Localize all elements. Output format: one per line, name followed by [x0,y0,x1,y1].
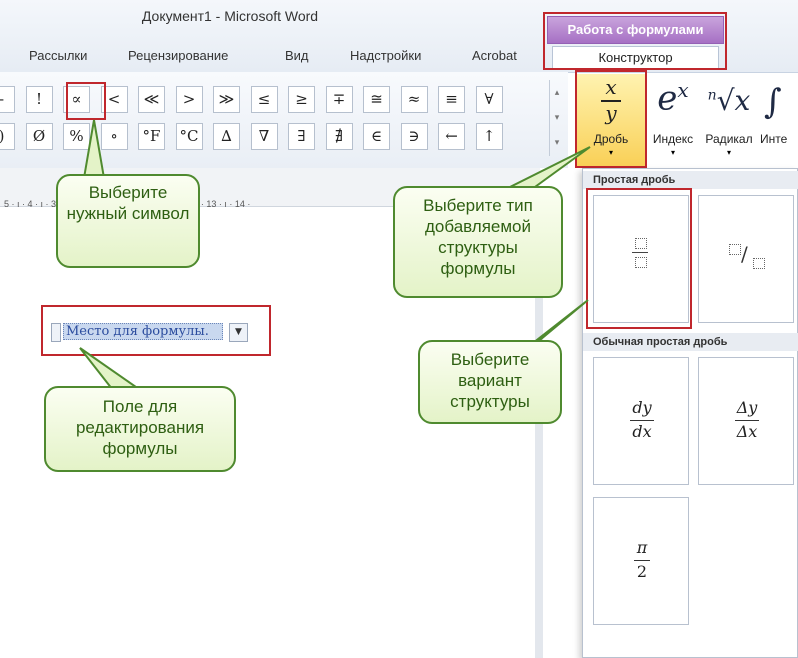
callout-choose-type: Выберите тип добавляемой структуры форму… [393,186,563,298]
callout-pointers [79,119,591,395]
callout-choose-symbol: Выберите нужный символ [56,174,200,268]
callout-choose-variant: Выберите вариант структуры [418,340,562,424]
pointer-symbol [82,119,106,179]
callout-edit-field: Поле для редактирования формулы [44,386,236,472]
